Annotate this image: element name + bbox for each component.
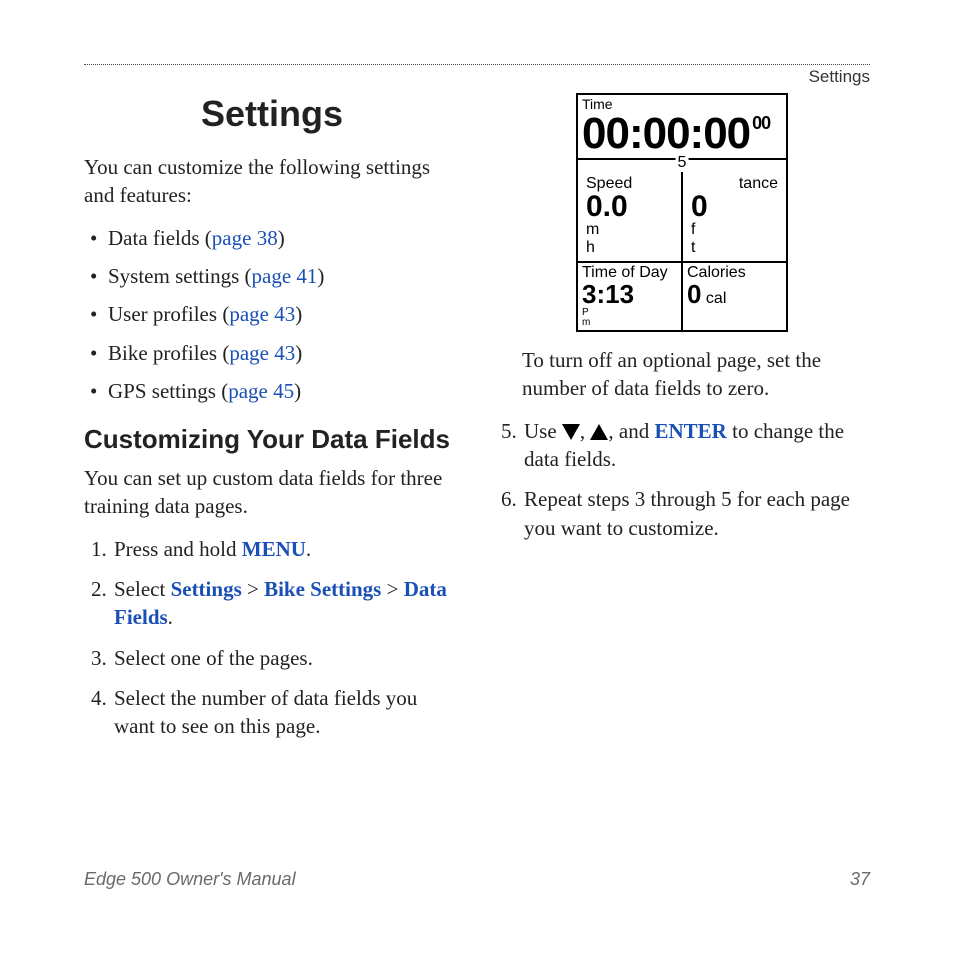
right-column: Time 00:00:0000 5 Speed — [494, 93, 870, 753]
bullet-list: Data fields (page 38) System settings (p… — [84, 224, 460, 406]
device-cal-value: 0 — [687, 279, 701, 309]
subheading: Customizing Your Data Fields — [84, 423, 460, 456]
list-item: User profiles (page 43) — [108, 300, 460, 328]
list-item: GPS settings (page 45) — [108, 377, 460, 405]
steps-right: Use , , and ENTER to change the data fie… — [494, 417, 870, 542]
page-link[interactable]: page 38 — [212, 226, 278, 250]
step-item: Use , , and ENTER to change the data fie… — [522, 417, 870, 474]
device-tod-value: 3:13 — [582, 279, 634, 309]
step-item: Select one of the pages. — [112, 644, 460, 672]
list-item: Data fields (page 38) — [108, 224, 460, 252]
list-item: Bike profiles (page 43) — [108, 339, 460, 367]
page-footer: Edge 500 Owner's Manual 37 — [84, 869, 870, 890]
subintro-text: You can set up custom data fields for th… — [84, 464, 460, 521]
page-title: Settings — [84, 93, 460, 135]
step-item: Repeat steps 3 through 5 for each page y… — [522, 485, 870, 542]
list-item: System settings (page 41) — [108, 262, 460, 290]
device-distance-value: 0 — [691, 190, 708, 223]
footer-page-number: 37 — [850, 869, 870, 890]
down-triangle-icon — [562, 424, 580, 440]
page-link[interactable]: page 43 — [229, 302, 295, 326]
footer-left: Edge 500 Owner's Manual — [84, 869, 296, 890]
bullet-label: Data fields — [108, 226, 200, 250]
spinner-value: 5 — [678, 154, 687, 172]
steps-left: Press and hold MENU. Select Settings > B… — [84, 535, 460, 741]
up-triangle-icon — [590, 424, 608, 440]
device-speed-value: 0.0 — [586, 190, 628, 223]
step-item: Select the number of data fields you wan… — [112, 684, 460, 741]
left-column: Settings You can customize the following… — [84, 93, 460, 753]
device-screenshot: Time 00:00:0000 5 Speed — [576, 93, 788, 332]
step-item: Press and hold MENU. — [112, 535, 460, 563]
page-link[interactable]: page 41 — [252, 264, 318, 288]
bullet-label: User profiles — [108, 302, 217, 326]
intro-text: You can customize the following settings… — [84, 153, 460, 210]
page-link[interactable]: page 43 — [229, 341, 295, 365]
keyword-settings: Settings — [171, 577, 242, 601]
keyword-bike-settings: Bike Settings — [264, 577, 381, 601]
keyword-menu: MENU — [242, 537, 306, 561]
running-header: Settings — [84, 64, 870, 87]
caption-text: To turn off an optional page, set the nu… — [494, 346, 870, 403]
device-time-value: 00:00:0000 — [578, 112, 786, 158]
step-item: Select Settings > Bike Settings > Data F… — [112, 575, 460, 632]
bullet-label: System settings — [108, 264, 239, 288]
spinner: 5 — [676, 154, 689, 172]
bullet-label: Bike profiles — [108, 341, 217, 365]
bullet-label: GPS settings — [108, 379, 216, 403]
page-link[interactable]: page 45 — [228, 379, 294, 403]
keyword-enter: ENTER — [655, 419, 727, 443]
